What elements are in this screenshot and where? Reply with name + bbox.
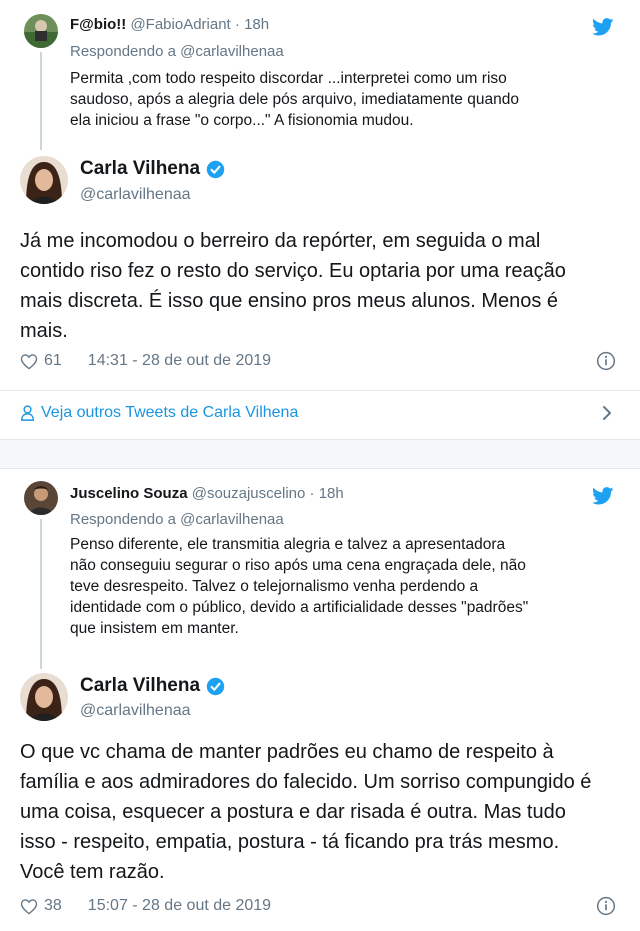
- info-icon[interactable]: [596, 351, 616, 371]
- more-tweets-label[interactable]: Veja outros Tweets de Carla Vilhena: [41, 404, 298, 422]
- reply-header: F@bio!! @FabioAdriant · 18h: [70, 16, 270, 33]
- main-author-name-row: Carla Vilhena: [80, 158, 225, 180]
- heart-icon[interactable]: [20, 898, 38, 915]
- reply-time[interactable]: 18h: [244, 16, 269, 33]
- reply-text-line: identidade com o público, devido a artif…: [70, 599, 529, 616]
- main-text-line: O que vc chama de manter padrões eu cham…: [20, 741, 554, 763]
- heart-icon[interactable]: [20, 353, 38, 370]
- main-tweet-text: O que vc chama de manter padrões eu cham…: [20, 737, 620, 887]
- reply-text-line: teve desrespeito. Talvez o telejornalism…: [70, 578, 479, 595]
- verified-badge-icon: [206, 160, 225, 178]
- main-text-line: mais discreta. É isso que ensino pros me…: [20, 290, 559, 312]
- main-text-line: Você tem razão.: [20, 861, 165, 883]
- info-icon[interactable]: [596, 896, 616, 916]
- person-icon: [21, 405, 34, 421]
- replying-to-handle[interactable]: @carlavilhenaa: [180, 511, 284, 528]
- more-tweets-link[interactable]: Veja outros Tweets de Carla Vilhena: [20, 404, 620, 422]
- main-author-handle[interactable]: @carlavilhenaa: [80, 186, 191, 204]
- tweet-meta-row: 61 14:31 - 28 de out de 2019: [20, 351, 620, 371]
- reply-avatar-fabio[interactable]: [24, 14, 58, 48]
- twitter-bird-icon[interactable]: [592, 487, 614, 505]
- tweet-card-1: F@bio!! @FabioAdriant · 18h Respondendo …: [0, 0, 640, 440]
- twitter-bird-icon[interactable]: [592, 18, 614, 36]
- main-author-name-row: Carla Vilhena: [80, 675, 225, 697]
- reply-text: Penso diferente, ele transmitia alegria …: [70, 534, 625, 639]
- replying-to-handle[interactable]: @carlavilhenaa: [180, 43, 284, 60]
- reply-author-name[interactable]: F@bio!!: [70, 16, 126, 33]
- main-text-line: Já me incomodou o berreiro da repórter, …: [20, 230, 541, 252]
- main-text-line: mais.: [20, 320, 68, 342]
- thread-line: [40, 519, 42, 669]
- replying-to: Respondendo a @carlavilhenaa: [70, 511, 284, 528]
- replying-prefix: Respondendo a: [70, 511, 176, 528]
- reply-author-name[interactable]: Juscelino Souza: [70, 485, 188, 502]
- reply-time[interactable]: 18h: [319, 485, 344, 502]
- like-count[interactable]: 61: [44, 352, 62, 370]
- main-author-name[interactable]: Carla Vilhena: [80, 675, 200, 697]
- main-text-line: uma coisa, esquecer a postura e dar risa…: [20, 801, 566, 823]
- reply-text-line: não conseguiu segurar o riso após uma ce…: [70, 557, 526, 574]
- reply-text-line: ela iniciou a frase "o corpo..." A fisio…: [70, 112, 414, 129]
- main-author-name[interactable]: Carla Vilhena: [80, 158, 200, 180]
- reply-text-line: que insistem em manter.: [70, 620, 239, 637]
- verified-badge-icon: [206, 677, 225, 695]
- tweet-meta-row: 38 15:07 - 28 de out de 2019: [20, 896, 620, 916]
- main-avatar-carla[interactable]: [20, 156, 68, 204]
- divider: [0, 390, 640, 391]
- chevron-right-icon[interactable]: [602, 405, 612, 421]
- card-separator: [0, 440, 640, 468]
- main-text-line: isso - respeito, empatia, postura - tá f…: [20, 831, 560, 853]
- like-count[interactable]: 38: [44, 897, 62, 915]
- reply-author-handle[interactable]: @FabioAdriant: [130, 16, 230, 33]
- main-avatar-carla[interactable]: [20, 673, 68, 721]
- tweet-timestamp[interactable]: 14:31 - 28 de out de 2019: [88, 352, 271, 370]
- replying-prefix: Respondendo a: [70, 43, 176, 60]
- tweet-timestamp[interactable]: 15:07 - 28 de out de 2019: [88, 897, 271, 915]
- main-text-line: contido riso fez o resto do serviço. Eu …: [20, 260, 566, 282]
- reply-header: Juscelino Souza @souzajuscelino · 18h: [70, 485, 344, 502]
- reply-text: Permita ,com todo respeito discordar ...…: [70, 68, 625, 131]
- main-text-line: família e aos admiradores do falecido. U…: [20, 771, 592, 793]
- reply-text-line: Permita ,com todo respeito discordar ...…: [70, 70, 507, 87]
- replying-to: Respondendo a @carlavilhenaa: [70, 43, 284, 60]
- reply-text-line: Penso diferente, ele transmitia alegria …: [70, 536, 506, 553]
- reply-author-handle[interactable]: @souzajuscelino: [192, 485, 306, 502]
- tweet-card-2: Juscelino Souza @souzajuscelino · 18h Re…: [0, 468, 640, 931]
- thread-line: [40, 52, 42, 150]
- reply-avatar-juscelino[interactable]: [24, 481, 58, 515]
- main-author-handle[interactable]: @carlavilhenaa: [80, 702, 191, 720]
- main-tweet-text: Já me incomodou o berreiro da repórter, …: [20, 226, 620, 346]
- reply-text-line: saudoso, após a alegria dele pós arquivo…: [70, 91, 519, 108]
